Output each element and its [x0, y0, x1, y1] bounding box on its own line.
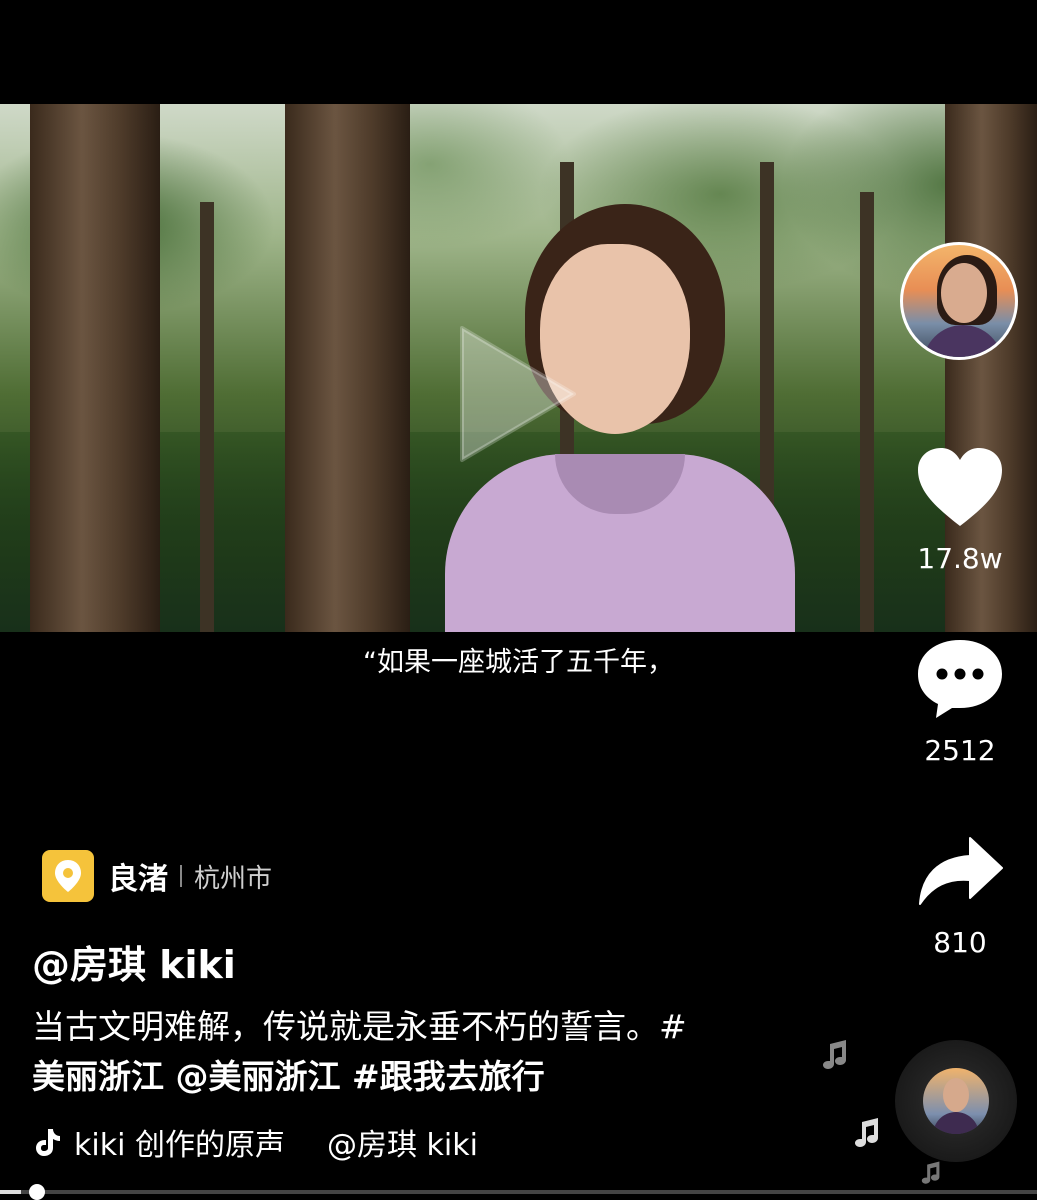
like-count: 17.8w [917, 542, 1003, 575]
video-subtitle: “如果一座城活了五千年， [363, 647, 674, 678]
music-note-icon [823, 1040, 846, 1069]
music-note-icon [921, 1161, 940, 1184]
like-button[interactable] [910, 444, 1010, 534]
play-icon[interactable] [452, 318, 584, 470]
author-name[interactable]: @房琪 kiki [32, 934, 236, 989]
share-button[interactable] [910, 834, 1010, 914]
poi-name: 良渚 [108, 862, 168, 897]
description-tags[interactable]: 美丽浙江 @美丽浙江 #跟我去旅行 [32, 1057, 545, 1096]
location-pin-icon [42, 850, 94, 902]
music-title: kiki 创作的原声 [74, 1128, 285, 1163]
music-disc-cover [923, 1068, 989, 1134]
video-progress-fill [0, 1190, 21, 1194]
music-note-icon [855, 1118, 878, 1147]
poi-divider [180, 865, 182, 887]
video-tree [860, 192, 874, 632]
music-row[interactable]: kiki 创作的原声 @房琪 kiki [30, 1120, 478, 1164]
tiktok-note-icon [36, 1129, 60, 1156]
comment-icon [918, 640, 1002, 718]
share-count: 810 [933, 926, 987, 959]
comment-count: 2512 [924, 734, 996, 767]
poi-city: 杭州市 [194, 863, 273, 894]
music-author: @房琪 kiki [326, 1128, 478, 1163]
poi-tag[interactable]: 良渚 杭州市 [42, 850, 272, 902]
author-avatar[interactable] [900, 242, 1018, 360]
description-text: 当古文明难解，传说就是永垂不朽的誓言。# [32, 1007, 687, 1046]
heart-icon [918, 448, 1002, 526]
music-disc[interactable] [895, 1040, 1017, 1162]
post-description: 当古文明难解，传说就是永垂不朽的誓言。# 美丽浙江 @美丽浙江 #跟我去旅行 [32, 1002, 792, 1102]
video-tree [30, 104, 160, 632]
comment-button[interactable] [910, 636, 1010, 726]
video-progress-bar[interactable] [0, 1184, 1037, 1200]
video-tree [285, 104, 410, 632]
share-icon [919, 837, 1003, 905]
video-tree [200, 202, 214, 632]
